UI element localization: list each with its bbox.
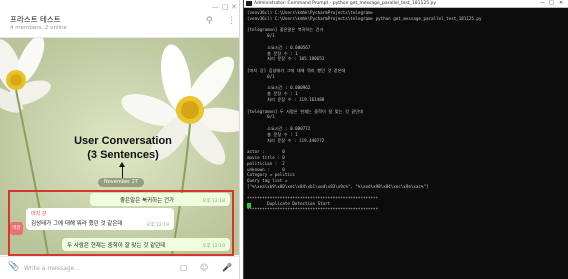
console-title-bar: Administrator: Command Prompt - python g… (244, 0, 568, 8)
console-output[interactable]: (venv36cl) C:\Users\kmhk\PycharmProjects… (247, 10, 567, 213)
close-icon[interactable]: ✕ (231, 4, 237, 11)
console-title: Administrator: Command Prompt - python g… (254, 1, 437, 6)
maximize-icon[interactable]: □ (549, 0, 554, 7)
console-icon (246, 1, 252, 6)
chat-title[interactable]: 프라스트 테스트 (10, 14, 61, 25)
console-cursor (247, 203, 251, 208)
search-icon[interactable]: ⚲ (206, 17, 213, 26)
annotation-line-1: User Conversation (74, 135, 172, 147)
more-vertical-icon[interactable]: ⋮ (227, 17, 236, 26)
chat-member-status: 4 members, 2 online (10, 25, 67, 31)
maximize-icon[interactable]: □ (222, 4, 229, 11)
annotation-arrow (122, 166, 123, 178)
annotation-label: User Conversation (3 Sentences) (68, 134, 178, 162)
commands-icon[interactable]: ▢ (180, 264, 188, 272)
console-window: Administrator: Command Prompt - python g… (243, 0, 568, 279)
minimize-icon[interactable]: — (212, 4, 219, 11)
date-divider: November 27 (98, 178, 144, 187)
message-input[interactable] (24, 262, 164, 274)
console-line: ****************************************… (247, 207, 379, 213)
emoji-icon[interactable]: ☺ (200, 264, 208, 272)
telegram-window: — □ ✕ 프라스트 테스트 4 members, 2 online ⚲ ⋮ U… (0, 0, 240, 279)
attach-icon[interactable]: 📎 (8, 263, 19, 272)
microphone-icon[interactable]: 🎤 (222, 264, 232, 272)
desktop-screen: — □ ✕ 프라스트 테스트 4 members, 2 online ⚲ ⋮ U… (0, 0, 568, 279)
close-icon[interactable]: ✕ (559, 0, 563, 7)
chat-header: — □ ✕ 프라스트 테스트 4 members, 2 online ⚲ ⋮ (0, 0, 239, 38)
annotation-line-2: (3 Sentences) (87, 149, 159, 161)
conversation-highlight-box (8, 190, 234, 256)
minimize-icon[interactable]: — (540, 0, 545, 7)
message-composer: 📎 ▢ ☺ 🎤 (0, 256, 239, 279)
